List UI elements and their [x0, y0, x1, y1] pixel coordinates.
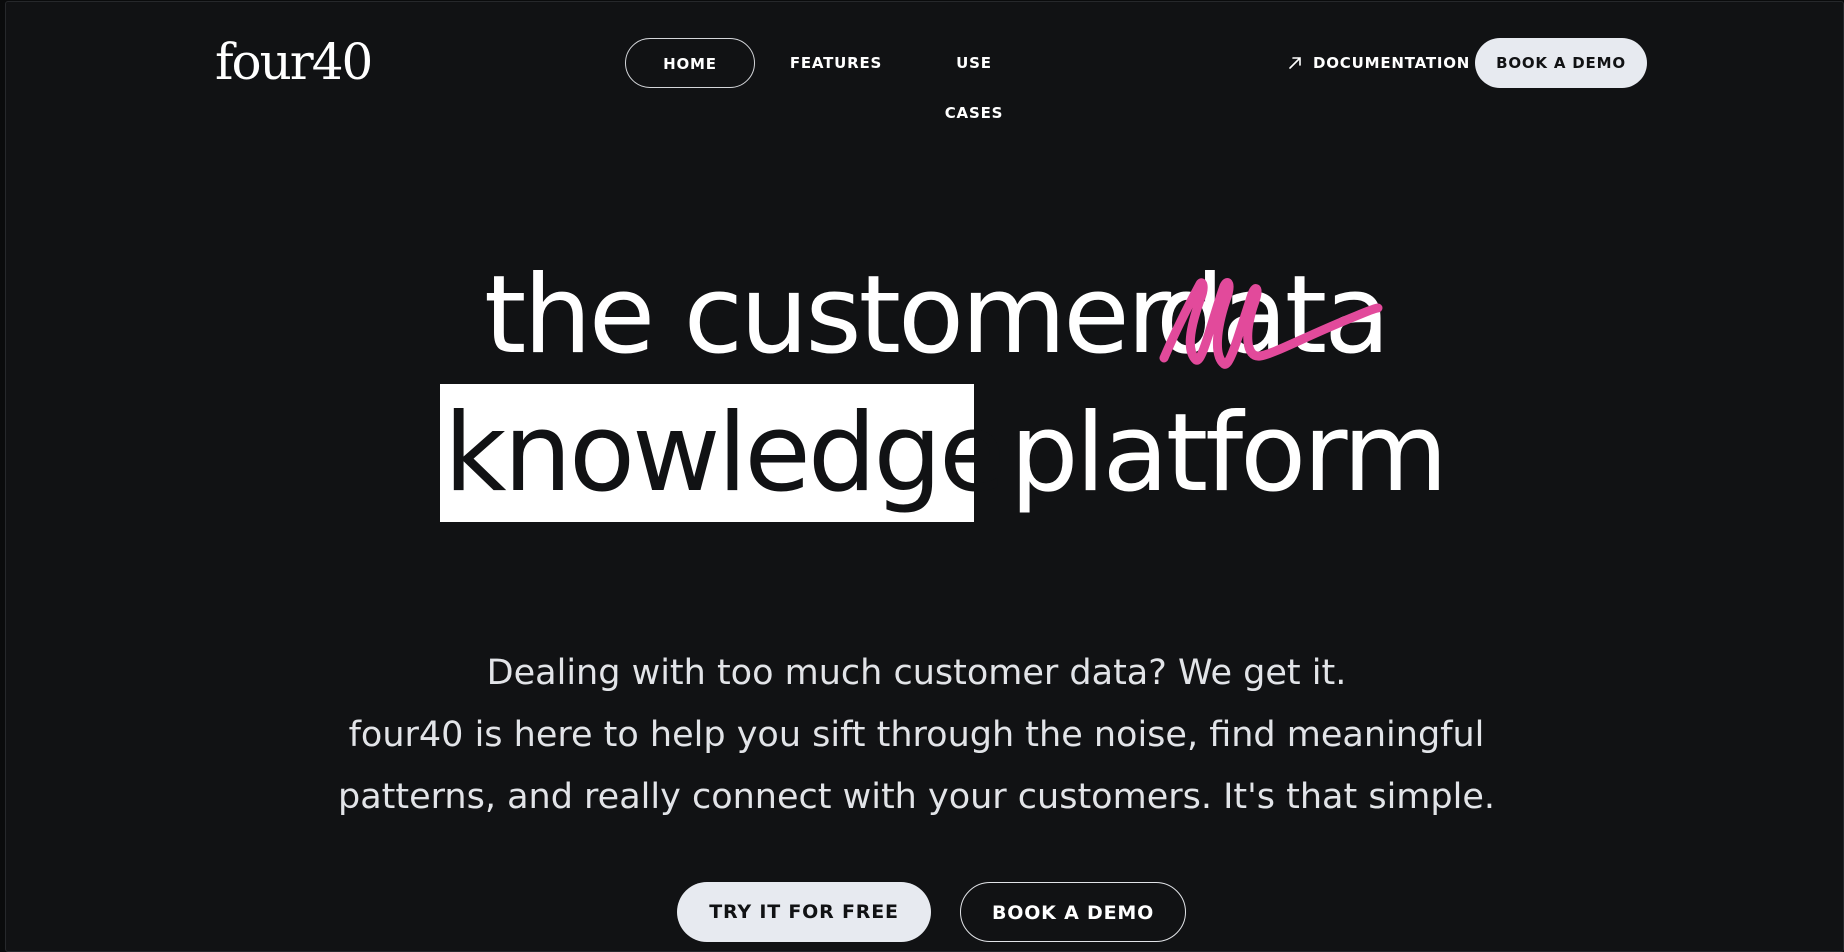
nav-item-use-cases[interactable]: USE CASES — [924, 38, 1024, 122]
documentation-label: DOCUMENTATION — [1313, 54, 1471, 72]
hero-struck-word: data — [1156, 253, 1390, 378]
book-demo-button[interactable]: BOOK A DEMO — [960, 882, 1186, 942]
nav-item-features[interactable]: FEATURES — [786, 38, 886, 88]
subcopy-line-2: four40 is here to help you sift through … — [348, 715, 1485, 755]
hero-highlighted-word: knowledge — [444, 391, 1005, 516]
hero-line2-text: platform — [1010, 391, 1448, 516]
documentation-link[interactable]: DOCUMENTATION — [1287, 38, 1470, 88]
arrow-up-right-icon — [1287, 55, 1303, 71]
page-frame: four40 HOME FEATURES USE CASES DOCUMENTA… — [5, 1, 1844, 952]
subcopy-line-1: Dealing with too much customer data? We … — [486, 653, 1347, 693]
book-demo-button-header[interactable]: BOOK A DEMO — [1475, 38, 1647, 88]
nav-item-home[interactable]: HOME — [625, 38, 755, 88]
struck-word-text: data — [1156, 253, 1390, 378]
try-free-button[interactable]: TRY IT FOR FREE — [677, 882, 931, 942]
subcopy-line-3: patterns, and really connect with your c… — [338, 777, 1495, 817]
hero-line1-text: the customer — [484, 253, 1171, 378]
